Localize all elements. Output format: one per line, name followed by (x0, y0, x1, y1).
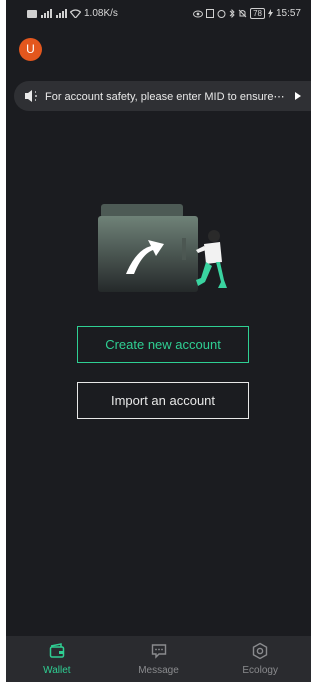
notice-text: For account safety, please enter MID to … (45, 90, 285, 103)
bluetooth-icon (229, 9, 235, 18)
tab-ecology-label: Ecology (242, 665, 278, 676)
chevron-right-icon (295, 92, 301, 100)
battery-level: 78 (250, 8, 265, 19)
tab-wallet-label: Wallet (43, 665, 71, 676)
bottom-nav: Wallet Message Ecology (6, 636, 311, 682)
wifi-icon (70, 9, 81, 18)
signal-icon (41, 9, 52, 18)
charging-icon (267, 9, 273, 18)
clock: 15:57 (275, 8, 301, 19)
tab-message[interactable]: Message (108, 636, 210, 682)
avatar[interactable]: U (19, 38, 42, 61)
app-screen: 1.08K/s 78 15:57 U For account safety, p… (6, 0, 311, 682)
eye-icon (193, 10, 204, 17)
nfc-icon (206, 9, 215, 18)
tab-message-label: Message (138, 665, 179, 676)
tab-wallet[interactable]: Wallet (6, 636, 108, 682)
notice-banner[interactable]: For account safety, please enter MID to … (14, 81, 311, 111)
alarm-icon (217, 10, 226, 18)
wallet-icon (49, 643, 65, 658)
hd-icon (27, 9, 37, 18)
status-right: 78 15:57 (193, 8, 301, 19)
message-icon (151, 644, 166, 659)
create-account-button[interactable]: Create new account (77, 326, 249, 363)
status-bar: 1.08K/s 78 15:57 (6, 0, 311, 26)
status-left: 1.08K/s (27, 8, 118, 19)
tab-ecology[interactable]: Ecology (209, 636, 311, 682)
network-speed: 1.08K/s (84, 8, 118, 19)
import-account-button[interactable]: Import an account (77, 382, 249, 419)
ecology-icon (252, 642, 268, 660)
signal-icon (56, 9, 67, 18)
wallet-illustration (98, 204, 227, 292)
speaker-icon (25, 90, 37, 102)
mute-icon (238, 9, 247, 18)
